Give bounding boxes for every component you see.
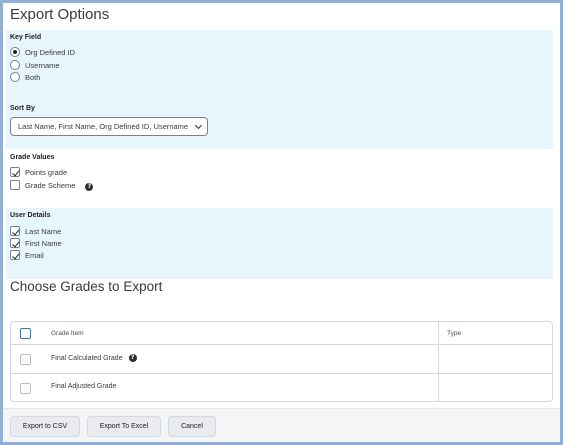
- checkbox-last-name[interactable]: [10, 226, 20, 236]
- grade-item-name: Final Calculated Grade: [51, 354, 123, 362]
- checkbox-grade-scheme[interactable]: [10, 180, 20, 190]
- user-details-option-email[interactable]: Email: [10, 250, 44, 260]
- table-header-row: Grade Item Type: [11, 322, 552, 345]
- sort-by-value: Last Name, First Name, Org Defined ID, U…: [18, 122, 189, 131]
- grade-item-name: Final Adjusted Grade: [51, 383, 117, 390]
- help-icon[interactable]: ?: [128, 354, 137, 362]
- column-header-type: Type: [447, 330, 462, 337]
- key-field-option-username[interactable]: Username: [10, 60, 60, 70]
- radio-username[interactable]: [10, 60, 20, 70]
- user-details-option-label: Last Name: [25, 226, 62, 236]
- row-checkbox[interactable]: [20, 383, 31, 394]
- user-details-label: User Details: [10, 212, 51, 219]
- checkbox-first-name[interactable]: [10, 238, 20, 248]
- export-csv-button[interactable]: Export to CSV: [10, 416, 80, 437]
- grade-values-option-points[interactable]: Points grade: [10, 167, 67, 177]
- key-field-option-label: Username: [25, 60, 60, 70]
- key-field-label: Key Field: [10, 34, 42, 41]
- help-icon[interactable]: ?: [85, 183, 94, 191]
- cancel-button[interactable]: Cancel: [168, 416, 216, 437]
- row-checkbox[interactable]: [20, 354, 31, 365]
- key-field-option-label: Org Defined ID: [25, 47, 76, 57]
- grade-values-label: Grade Values: [10, 154, 55, 161]
- checkbox-points-grade[interactable]: [10, 167, 20, 177]
- grades-section-title: Choose Grades to Export: [10, 279, 163, 294]
- key-field-option-org-id[interactable]: Org Defined ID: [10, 47, 75, 57]
- sort-by-label: Sort By: [10, 105, 35, 112]
- table-row[interactable]: Final Adjusted Grade: [11, 374, 552, 401]
- radio-both[interactable]: [10, 72, 20, 82]
- sort-by-select[interactable]: Last Name, First Name, Org Defined ID, U…: [10, 117, 208, 136]
- column-header-grade-item: Grade Item: [51, 330, 84, 337]
- chevron-down-icon: [194, 121, 203, 130]
- user-details-option-label: First Name: [25, 238, 62, 248]
- grade-values-option-scheme[interactable]: Grade Scheme ?: [10, 179, 94, 191]
- user-details-option-first-name[interactable]: First Name: [10, 238, 62, 248]
- grade-values-option-label: Points grade: [25, 167, 68, 177]
- export-excel-button[interactable]: Export To Excel: [87, 416, 161, 437]
- radio-org-id[interactable]: [10, 47, 20, 57]
- table-row[interactable]: Final Calculated Grade ?: [11, 345, 552, 374]
- checkbox-email[interactable]: [10, 250, 20, 260]
- user-details-option-label: Email: [25, 250, 44, 260]
- select-all-checkbox[interactable]: [20, 328, 31, 339]
- options-band-2: [6, 208, 553, 279]
- grade-values-option-label: Grade Scheme: [25, 180, 76, 190]
- key-field-option-label: Both: [25, 72, 41, 82]
- grade-item-cell: Final Calculated Grade ?: [51, 354, 137, 362]
- page-title: Export Options: [10, 6, 110, 23]
- user-details-option-last-name[interactable]: Last Name: [10, 226, 61, 236]
- key-field-option-both[interactable]: Both: [10, 72, 40, 82]
- grades-table: Grade Item Type Final Calculated Grade ?…: [10, 321, 553, 402]
